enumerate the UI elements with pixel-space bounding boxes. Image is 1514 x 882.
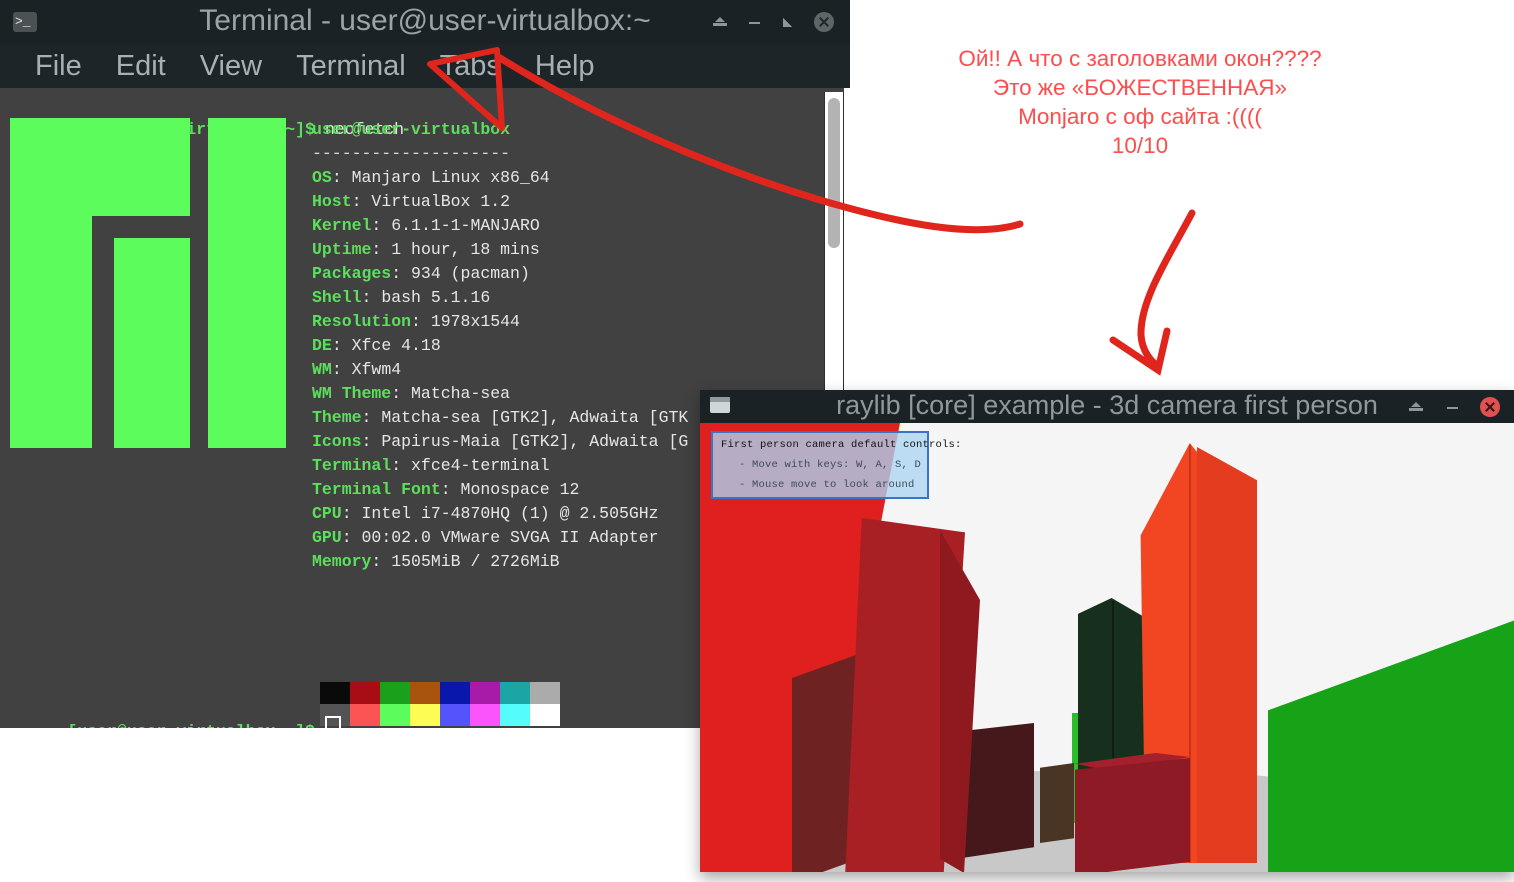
menu-item-help[interactable]: Help [518,46,612,86]
raylib-3d-viewport[interactable]: First person camera default controls: - … [700,423,1514,872]
neofetch-row: OS: Manjaro Linux x86_64 [312,168,550,187]
block-cursor [324,716,341,728]
terminal-titlebar[interactable]: >_ Terminal - user@user-virtualbox:~ [0,0,850,44]
palette-swatch [500,704,530,726]
terminal-scrollbar-thumb[interactable] [828,98,840,248]
menu-item-view[interactable]: View [183,46,279,86]
neofetch-row: Packages: 934 (pacman) [312,264,530,283]
palette-swatch [470,682,500,704]
shade-button[interactable] [712,14,728,30]
annotation-line-3: Monjaro с оф сайта :(((( [1018,104,1262,129]
menu-item-tabs[interactable]: Tabs [423,46,518,86]
palette-swatch [530,704,560,726]
scene-brown-block [1040,763,1074,843]
neofetch-row: WM: Xfwm4 [312,360,402,379]
scene-orange-obelisk-shade [1197,447,1257,863]
menu-item-file[interactable]: File [18,46,99,86]
palette-swatch [350,704,380,726]
scene-red-front-block [1075,758,1190,872]
palette-row-bright-on [320,704,560,726]
palette-swatch [470,704,500,726]
terminal-window-controls[interactable] [712,0,834,44]
palette-swatch [410,682,440,704]
close-button[interactable] [1480,396,1500,417]
arrow-to-raylib-window [1109,209,1196,376]
controls-box-item: - Mouse move to look around [739,479,915,491]
neofetch-row: Resolution: 1978x1544 [312,312,520,331]
scene-maroon-block [962,723,1034,858]
annotation-line-1: Ой!! А что с заголовками окон???? [958,46,1322,71]
neofetch-row: DE: Xfce 4.18 [312,336,441,355]
palette-swatch [500,682,530,704]
terminal-final-prompt: [user@user-virtualbox ~]$ [8,692,341,728]
palette-swatch [530,682,560,704]
annotation-text-block: Ой!! А что с заголовками окон???? Это же… [905,44,1375,160]
terminal-menubar[interactable]: File Edit View Terminal Tabs Help [0,44,850,88]
palette-swatch [440,682,470,704]
menu-item-edit[interactable]: Edit [99,46,183,86]
camera-controls-info-box: First person camera default controls: - … [711,431,961,499]
neofetch-color-palette [320,682,560,726]
maximize-button[interactable] [780,14,796,30]
neofetch-rule: -------------------- [312,144,511,163]
palette-swatch [380,704,410,726]
palette-swatch [440,704,470,726]
neofetch-row: Kernel: 6.1.1-1-MANJARO [312,216,540,235]
raylib-titlebar[interactable]: raylib [core] example - 3d camera first … [700,390,1514,423]
minimize-button[interactable] [1444,399,1460,415]
palette-row-bright-off [320,682,560,704]
raylib-window[interactable]: raylib [core] example - 3d camera first … [700,390,1514,872]
shade-button[interactable] [1408,399,1424,415]
raylib-window-controls[interactable] [1408,390,1500,423]
neofetch-row: Uptime: 1 hour, 18 mins [312,240,540,259]
close-button[interactable] [814,12,834,32]
menu-item-terminal[interactable]: Terminal [279,46,423,86]
controls-box-item: - Move with keys: W, A, S, D [739,459,922,471]
neofetch-header: user@user-virtualbox [312,120,511,139]
palette-swatch [350,682,380,704]
minimize-button[interactable] [746,14,762,30]
annotation-line-4: 10/10 [1111,133,1169,158]
raylib-window-title: raylib [core] example - 3d camera first … [836,390,1378,420]
annotation-line-2: Это же «БОЖЕСТВЕННАЯ» [992,75,1288,100]
neofetch-row: Host: VirtualBox 1.2 [312,192,511,211]
palette-swatch [380,682,410,704]
neofetch-row: Shell: bash 5.1.16 [312,288,491,307]
palette-swatch [410,704,440,726]
manjaro-ascii-logo [10,118,300,448]
controls-box-title: First person camera default controls: [721,439,962,451]
